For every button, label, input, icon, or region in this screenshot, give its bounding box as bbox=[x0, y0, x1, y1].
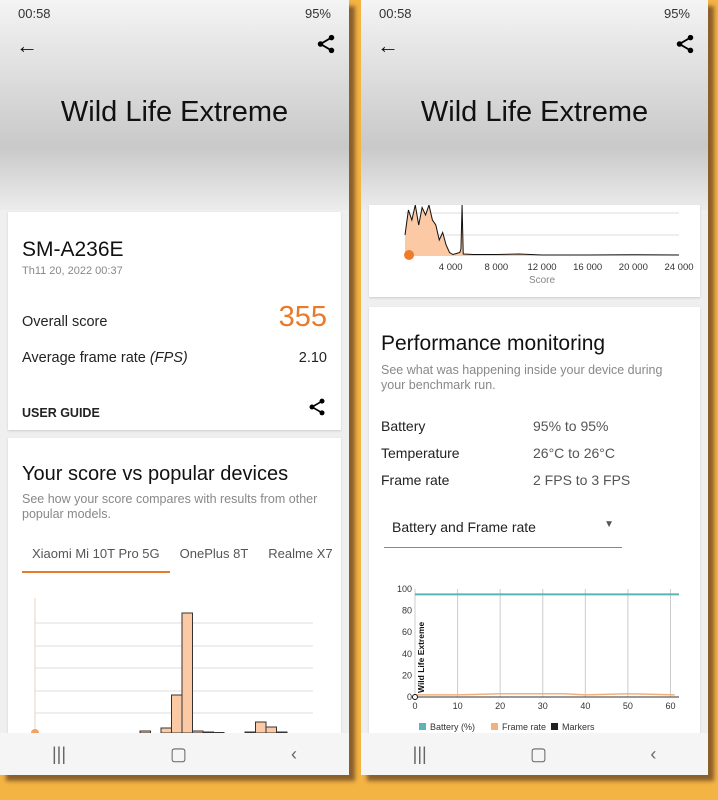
y-tick-label: 20 bbox=[402, 670, 412, 680]
back-arrow-icon[interactable]: ← bbox=[377, 33, 399, 59]
status-bar: 00:58 95% bbox=[361, 0, 708, 26]
share-icon[interactable] bbox=[674, 33, 696, 55]
back-icon[interactable]: ‹ bbox=[650, 744, 656, 765]
fps-value: 2.10 bbox=[298, 350, 327, 366]
x-tick-label: 12 000 bbox=[527, 262, 556, 273]
performance-line-chart: 0 10 20 30 40 50 60 0 20 40 60 80 100 Wild Life Extre… bbox=[397, 584, 679, 732]
compare-card: Your score vs popular devices See how yo… bbox=[8, 438, 341, 738]
status-time: 00:58 bbox=[379, 5, 412, 21]
compare-desc: See how your score compares with results… bbox=[22, 492, 318, 521]
overall-score-value: 355 bbox=[278, 301, 327, 333]
x-tick-label: 40 bbox=[580, 701, 590, 711]
fps-label: Average frame rate (FPS) bbox=[22, 350, 188, 366]
legend-swatch bbox=[491, 723, 498, 730]
page-title: Wild Life Extreme bbox=[60, 96, 289, 128]
histogram-bar bbox=[181, 612, 193, 734]
y-tick-label: 100 bbox=[397, 584, 412, 594]
perf-desc: See what was happening inside your devic… bbox=[381, 363, 663, 392]
overall-score-label: Overall score bbox=[22, 314, 108, 330]
phone-screen-left: Wild Life Extreme 00:58 95% ← SM-A236E Th… bbox=[0, 0, 349, 775]
legend-label: Markers bbox=[562, 722, 595, 732]
tab-xiaomi[interactable]: Xiaomi Mi 10T Pro 5G bbox=[22, 546, 170, 573]
status-battery: 95% bbox=[304, 5, 331, 21]
nav-bar: ||| ▢ ‹ bbox=[0, 733, 349, 775]
histogram-bar bbox=[171, 694, 183, 734]
score-distribution-card: 4 000 8 000 12 000 16 000 20 000 24 000 Score bbox=[369, 203, 700, 297]
x-tick-label: 20 bbox=[495, 701, 505, 711]
marker-point bbox=[412, 694, 418, 700]
legend-swatch bbox=[419, 723, 426, 730]
perf-row-battery: Battery 95% to 95% bbox=[381, 418, 609, 434]
legend-label: Battery (%) bbox=[430, 722, 475, 732]
chart-dropdown[interactable]: Battery and Frame rate ▼ bbox=[384, 512, 622, 548]
perf-row-framerate: Frame rate 2 FPS to 3 FPS bbox=[381, 472, 631, 488]
compare-histogram bbox=[31, 598, 313, 737]
x-tick-label: 20 000 bbox=[619, 262, 648, 273]
recents-icon[interactable]: ||| bbox=[52, 744, 66, 765]
back-icon[interactable]: ‹ bbox=[291, 744, 297, 765]
x-tick-label: 16 000 bbox=[573, 262, 602, 273]
back-arrow-icon[interactable]: ← bbox=[16, 33, 38, 59]
x-tick-label: 50 bbox=[623, 701, 633, 711]
marker-label: Wild Life Extreme bbox=[416, 621, 426, 693]
x-tick-label: 0 bbox=[412, 701, 417, 711]
phone-screen-right: Wild Life Extreme 00:58 95% ← 4 000 8 000 1… bbox=[361, 0, 708, 775]
device-tabs: Xiaomi Mi 10T Pro 5G OnePlus 8T Realme X… bbox=[22, 546, 341, 573]
series-line bbox=[415, 693, 675, 696]
hero-banner: Wild Life Extreme bbox=[361, 0, 708, 210]
user-guide-link[interactable]: USER GUIDE bbox=[22, 406, 100, 420]
status-time: 00:58 bbox=[18, 5, 51, 21]
legend-label: Frame rate bbox=[502, 722, 546, 732]
y-tick-label: 40 bbox=[402, 649, 412, 659]
y-tick-label: 80 bbox=[402, 606, 412, 616]
status-battery: 95% bbox=[663, 5, 690, 21]
histogram-bar bbox=[255, 721, 267, 734]
perf-row-temperature: Temperature 26°C to 26°C bbox=[381, 445, 616, 461]
your-score-marker bbox=[404, 250, 415, 260]
x-tick-label: 8 000 bbox=[484, 262, 508, 273]
score-distribution-chart: 4 000 8 000 12 000 16 000 20 000 24 000 Score bbox=[404, 203, 694, 286]
nav-bar: ||| ▢ ‹ bbox=[361, 733, 708, 775]
x-axis-label: Score bbox=[529, 275, 556, 286]
y-tick-label: 60 bbox=[402, 627, 412, 637]
device-name: SM-A236E bbox=[22, 238, 124, 261]
home-icon[interactable]: ▢ bbox=[170, 744, 187, 765]
x-tick-label: 24 000 bbox=[664, 262, 693, 273]
y-tick-label: 0 bbox=[407, 692, 412, 702]
home-icon[interactable]: ▢ bbox=[530, 744, 547, 765]
share-icon[interactable] bbox=[307, 397, 327, 417]
tab-oneplus[interactable]: OnePlus 8T bbox=[170, 546, 259, 573]
dropdown-arrow-icon: ▼ bbox=[604, 519, 614, 530]
perf-title: Performance monitoring bbox=[381, 332, 606, 355]
page-title: Wild Life Extreme bbox=[420, 96, 649, 128]
status-bar: 00:58 95% bbox=[0, 0, 349, 26]
x-tick-label: 10 bbox=[453, 701, 463, 711]
recents-icon[interactable]: ||| bbox=[413, 744, 427, 765]
x-tick-label: 30 bbox=[538, 701, 548, 711]
result-card: SM-A236E Th11 20, 2022 00:37 Overall sco… bbox=[8, 212, 341, 430]
legend-swatch bbox=[551, 723, 558, 730]
hero-banner: Wild Life Extreme bbox=[0, 0, 349, 210]
tab-realme[interactable]: Realme X7 bbox=[258, 546, 342, 573]
x-tick-label: 4 000 bbox=[439, 262, 463, 273]
compare-title: Your score vs popular devices bbox=[22, 463, 289, 485]
share-icon[interactable] bbox=[315, 33, 337, 55]
performance-card: Performance monitoring See what was happ… bbox=[369, 307, 700, 738]
result-date: Th11 20, 2022 00:37 bbox=[22, 265, 123, 277]
x-tick-label: 60 bbox=[665, 701, 675, 711]
